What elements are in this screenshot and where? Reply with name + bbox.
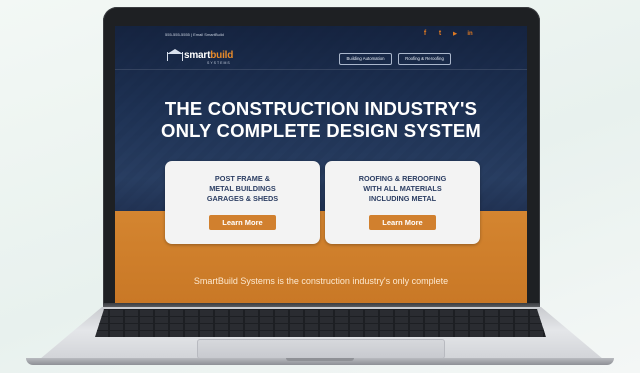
laptop-keyboard [95, 309, 546, 337]
contact-info[interactable]: 555-555-5555 | Email SmartBuild [165, 32, 224, 37]
logo-subtitle: SYSTEMS [207, 61, 231, 65]
youtube-icon[interactable]: ▶ [451, 30, 459, 38]
card-title: POST FRAME & METAL BUILDINGS GARAGES & S… [206, 174, 279, 203]
linkedin-icon[interactable]: in [466, 30, 474, 38]
twitter-icon[interactable]: t [436, 30, 444, 38]
card-post-frame[interactable]: POST FRAME & METAL BUILDINGS GARAGES & S… [165, 161, 320, 244]
tagline-text: SmartBuild Systems is the construction i… [193, 276, 449, 286]
card-roofing[interactable]: ROOFING & REROOFING WITH ALL MATERIALS I… [325, 161, 480, 244]
logo-wordmark: smartbuild [184, 50, 234, 61]
nav-roofing-button[interactable]: Roofing & Reroofing [398, 53, 451, 65]
hero-headline: THE CONSTRUCTION INDUSTRY'S ONLY COMPLET… [115, 98, 527, 142]
laptop-trackpad [197, 339, 445, 359]
facebook-icon[interactable]: f [421, 30, 429, 38]
top-bar: 555-555-5555 | Email SmartBuild f t ▶ in [115, 26, 527, 44]
laptop-screen: 555-555-5555 | Email SmartBuild f t ▶ in… [115, 26, 527, 304]
hero-headline-line-2: ONLY COMPLETE DESIGN SYSTEM [161, 120, 481, 141]
laptop-notch [286, 358, 354, 361]
learn-more-button[interactable]: Learn More [369, 215, 436, 230]
logo-building-icon [167, 49, 183, 61]
card-title: ROOFING & REROOFING WITH ALL MATERIALS I… [358, 174, 447, 203]
hero-headline-line-1: THE CONSTRUCTION INDUSTRY'S [164, 98, 478, 119]
main-nav: smartbuild SYSTEMS Building Automation R… [115, 45, 527, 70]
nav-building-automation-button[interactable]: Building Automation [339, 53, 392, 65]
learn-more-button[interactable]: Learn More [209, 215, 276, 230]
